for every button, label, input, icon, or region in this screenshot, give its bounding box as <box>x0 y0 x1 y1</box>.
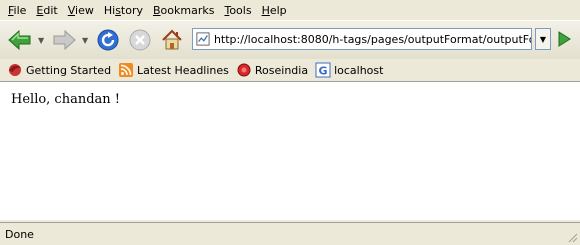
menu-bookmarks[interactable]: Bookmarks <box>153 4 214 17</box>
menu-view-accesskey: V <box>67 3 76 17</box>
reload-icon <box>97 29 119 51</box>
menu-file-label: ile <box>13 3 27 17</box>
resize-grip-icon[interactable] <box>566 231 578 243</box>
menu-help-accesskey: H <box>261 3 270 17</box>
svg-text:G: G <box>319 65 328 78</box>
rss-icon <box>119 63 134 77</box>
menu-view[interactable]: View <box>68 4 94 17</box>
menu-help-label: elp <box>269 3 287 17</box>
menu-history[interactable]: History <box>104 4 143 17</box>
stop-icon <box>129 29 151 51</box>
google-icon: G <box>315 62 331 78</box>
chevron-down-icon: ▼ <box>539 34 547 44</box>
back-arrow-icon <box>8 29 31 51</box>
menu-bar: File Edit View History Bookmarks Tools H… <box>0 0 580 20</box>
bookmark-label: Roseindia <box>254 63 309 77</box>
rose-icon <box>237 63 251 77</box>
bookmarks-toolbar: Getting Started Latest Headlines Roseind… <box>0 59 580 82</box>
go-arrow-icon <box>558 31 571 47</box>
bookmark-label: localhost <box>334 63 384 77</box>
home-icon <box>162 29 182 50</box>
menu-view-label: iew <box>75 3 94 17</box>
menu-bookmarks-accesskey: B <box>153 3 161 17</box>
bookmark-latest-headlines[interactable]: Latest Headlines <box>118 62 229 78</box>
menu-help[interactable]: Help <box>262 4 287 17</box>
forward-arrow-icon <box>53 29 76 51</box>
menu-tools-label: ools <box>229 3 252 17</box>
menu-tools[interactable]: Tools <box>224 4 251 17</box>
bookmark-getting-started[interactable]: Getting Started <box>7 62 111 78</box>
back-button[interactable] <box>6 27 34 53</box>
go-button[interactable] <box>555 30 573 51</box>
url-text: http://localhost:8080/h-tags/pages/outpu… <box>213 32 531 46</box>
menu-edit-label: dit <box>43 3 58 17</box>
reload-button[interactable] <box>94 27 122 53</box>
bookmark-roseindia[interactable]: Roseindia <box>236 62 308 78</box>
page-favicon-icon <box>196 32 210 46</box>
back-history-dropdown-icon[interactable]: ▼ <box>38 36 44 45</box>
bookmark-label: Latest Headlines <box>137 63 229 77</box>
bookmark-label: Getting Started <box>26 63 112 77</box>
page-content: Hello, chandan ! <box>0 82 580 220</box>
menu-bookmarks-label: ookmarks <box>160 3 215 17</box>
home-button[interactable] <box>158 27 186 53</box>
stop-button[interactable] <box>126 27 154 53</box>
greeting-text: Hello, chandan ! <box>11 92 121 107</box>
bookmark-localhost[interactable]: G localhost <box>315 62 383 78</box>
url-field[interactable]: http://localhost:8080/h-tags/pages/outpu… <box>192 28 532 50</box>
menu-edit[interactable]: Edit <box>36 4 57 17</box>
navigation-toolbar: ▼ ▼ http://localhost:8080/h-tags/pages/o… <box>0 20 580 60</box>
url-history-dropdown[interactable]: ▼ <box>535 28 551 50</box>
menu-history-label-end: tory <box>120 3 143 17</box>
status-bar: Done <box>0 222 580 245</box>
forward-button[interactable] <box>50 27 78 53</box>
menu-history-label-start: Hi <box>103 3 116 17</box>
forward-history-dropdown-icon[interactable]: ▼ <box>82 36 88 45</box>
status-text: Done <box>5 227 34 241</box>
menu-file[interactable]: File <box>8 4 26 17</box>
firefox-icon <box>9 64 21 76</box>
